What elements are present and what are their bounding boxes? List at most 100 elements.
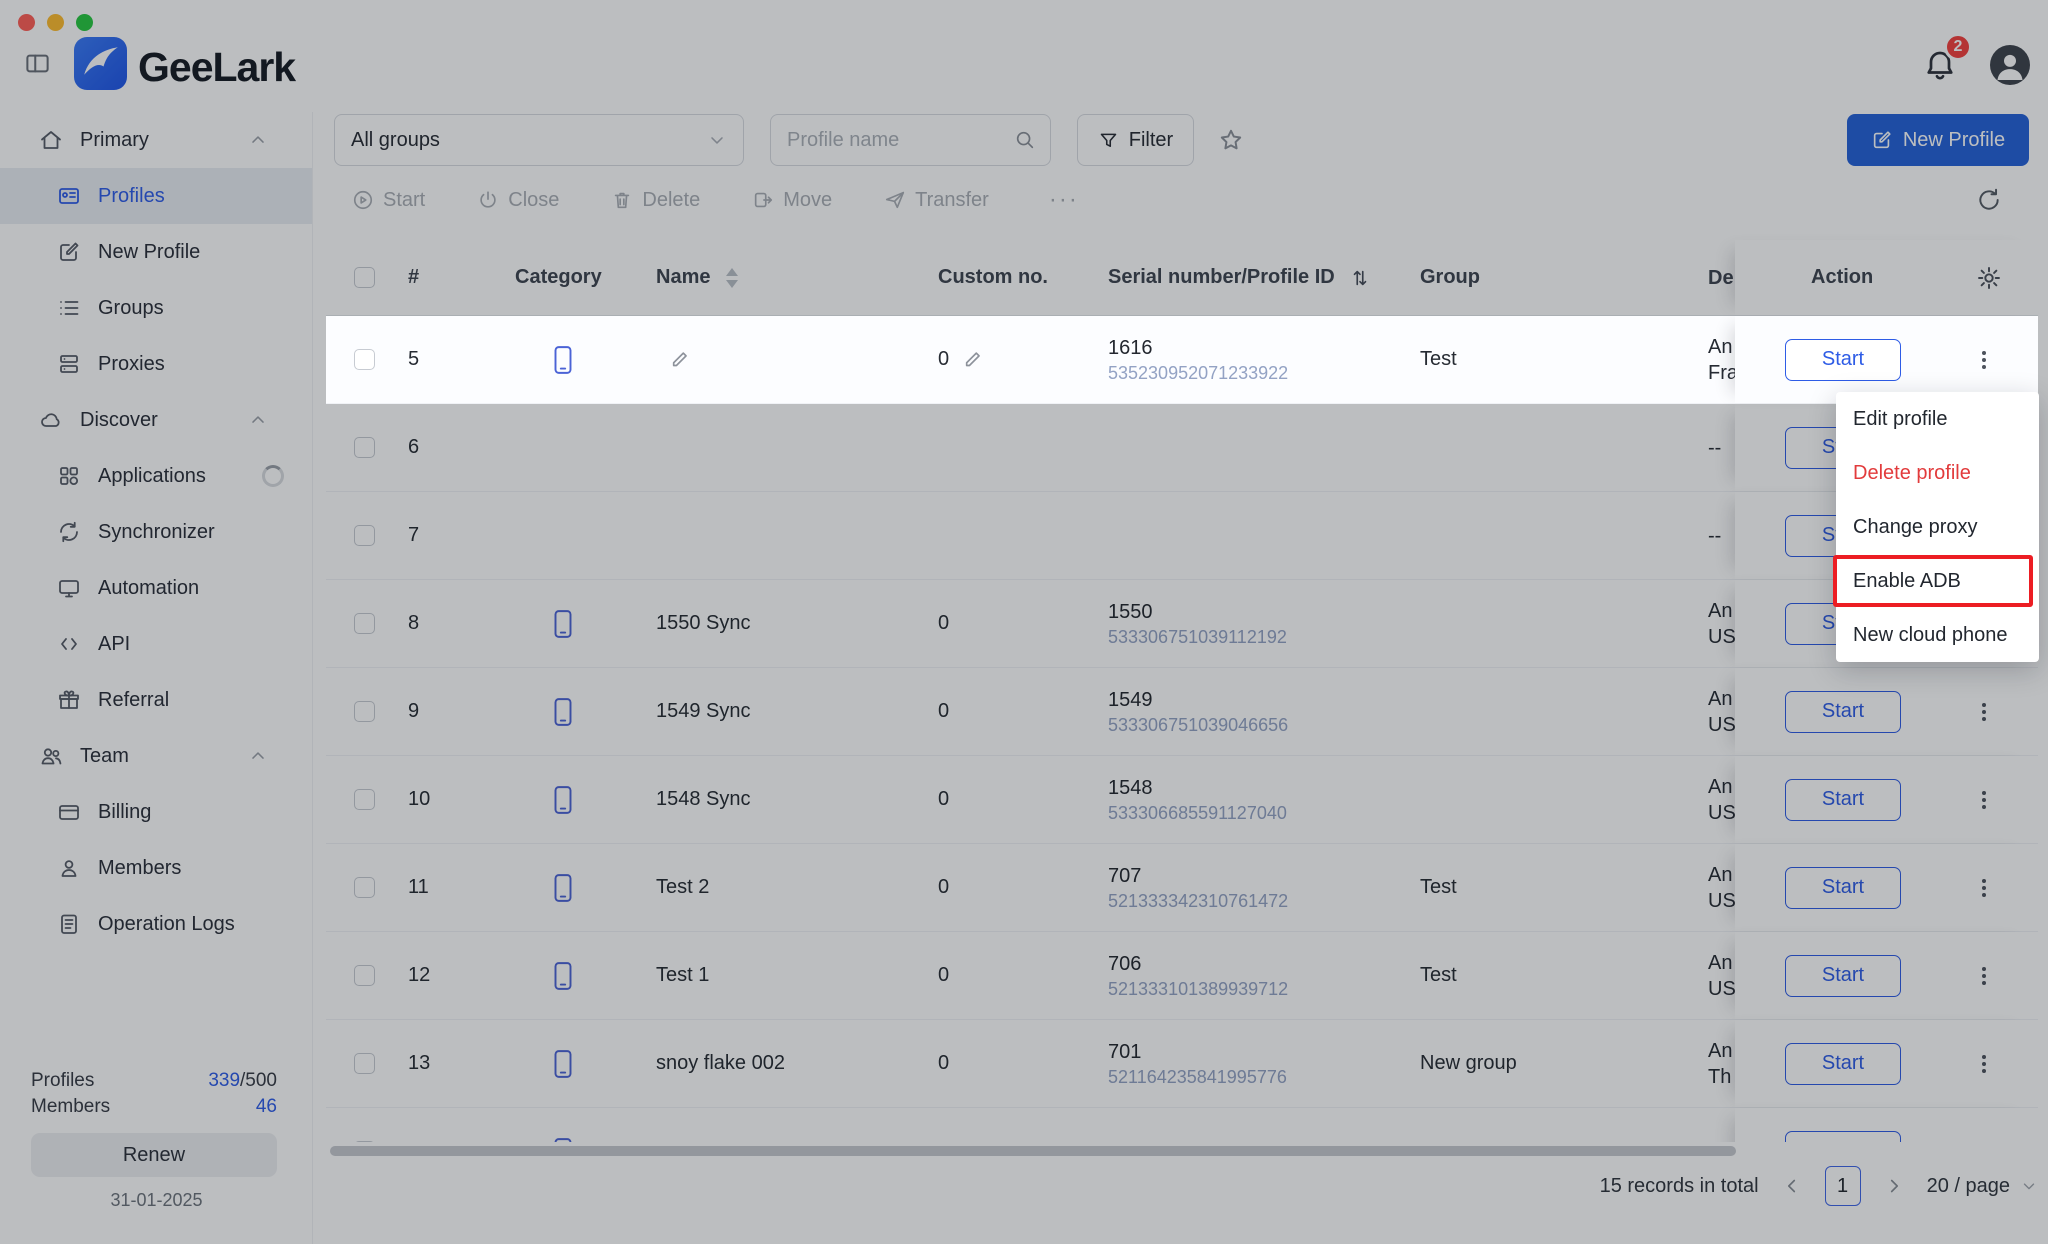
chevron-up-icon[interactable]	[248, 410, 268, 430]
edit-custom-no-icon[interactable]	[963, 349, 985, 371]
menu-item-new-cloud-phone[interactable]: New cloud phone	[1836, 608, 2039, 662]
start-button[interactable]: Start	[1785, 955, 1901, 997]
bulk-more-button[interactable]: ···	[1049, 186, 1079, 214]
sidebar-item-automation[interactable]: Automation	[0, 560, 312, 616]
bulk-start-button[interactable]: Start	[352, 189, 425, 212]
row-checkbox[interactable]	[354, 877, 375, 898]
start-button[interactable]: Start	[1785, 339, 1901, 381]
start-button[interactable]: Start	[1785, 779, 1901, 821]
sidebar-item-billing[interactable]: Billing	[0, 784, 312, 840]
edit-square-icon	[57, 240, 81, 264]
members-usage-label: Members	[31, 1096, 110, 1118]
start-button[interactable]: Start	[1785, 1043, 1901, 1085]
select-all-checkbox[interactable]	[354, 267, 375, 288]
bulk-transfer-button[interactable]: Transfer	[884, 189, 989, 212]
row-checkbox[interactable]	[354, 1053, 375, 1074]
device-region: US	[1708, 800, 1736, 826]
menu-item-edit-profile[interactable]: Edit profile	[1836, 392, 2039, 446]
filter-button[interactable]: Filter	[1077, 114, 1194, 166]
table-row-7[interactable]: 7 -- Start	[326, 492, 2038, 580]
bulk-move-button[interactable]: Move	[752, 189, 832, 212]
chevron-up-icon[interactable]	[248, 130, 268, 150]
sidebar-item-members[interactable]: Members	[0, 840, 312, 896]
table-row-13[interactable]: 13 snoy flake 002 0 701 5211642358419957…	[326, 1020, 2038, 1108]
menu-item-delete-profile[interactable]: Delete profile	[1836, 446, 2039, 500]
sidebar-item-operation-logs[interactable]: Operation Logs	[0, 896, 312, 952]
sidebar-item-proxies[interactable]: Proxies	[0, 336, 312, 392]
bulk-delete-button[interactable]: Delete	[611, 189, 700, 212]
next-page-chevron-icon[interactable]	[1883, 1175, 1905, 1197]
row-menu-icon[interactable]	[1972, 788, 1996, 812]
name-sort-icon[interactable]	[726, 268, 738, 288]
sidebar-item-synchronizer[interactable]: Synchronizer	[0, 504, 312, 560]
sidebar-section-team[interactable]: Team	[0, 728, 312, 784]
table-row-10[interactable]: 10 1548 Sync 0 1548 533306685591127040 A…	[326, 756, 2038, 844]
move-box-icon	[752, 189, 774, 211]
chevron-up-icon[interactable]	[248, 746, 268, 766]
start-button[interactable]: Start	[1785, 1131, 1901, 1143]
row-checkbox[interactable]	[354, 1141, 375, 1142]
row-menu-icon[interactable]	[1972, 876, 1996, 900]
device-region: US	[1708, 624, 1736, 650]
sync-status-spinner	[262, 465, 284, 487]
refresh-icon[interactable]	[1976, 187, 2002, 213]
sidebar-item-referral[interactable]: Referral	[0, 672, 312, 728]
start-button[interactable]: Start	[1785, 691, 1901, 733]
table-row-12[interactable]: 12 Test 1 0 706 521333101389939712 Test …	[326, 932, 2038, 1020]
table-row-14-partial[interactable]: 677 An Start	[326, 1108, 2038, 1142]
zoom-window-button[interactable]	[76, 14, 93, 31]
brand-name: GeeLark	[138, 44, 295, 91]
row-menu-icon[interactable]	[1972, 348, 1996, 372]
bulk-close-button[interactable]: Close	[477, 189, 559, 212]
row-checkbox[interactable]	[354, 613, 375, 634]
sidebar-item-label: Referral	[98, 689, 169, 712]
start-button[interactable]: Start	[1785, 867, 1901, 909]
close-window-button[interactable]	[18, 14, 35, 31]
search-icon[interactable]	[1014, 129, 1036, 151]
row-checkbox[interactable]	[354, 437, 375, 458]
horizontal-scrollbar-thumb[interactable]	[330, 1146, 1736, 1156]
sidebar-item-label: Members	[98, 857, 181, 880]
sidebar-item-applications[interactable]: Applications	[0, 448, 312, 504]
row-checkbox[interactable]	[354, 701, 375, 722]
saved-filter-star-icon[interactable]	[1218, 127, 1244, 153]
table-row-11[interactable]: 11 Test 2 0 707 521333342310761472 Test …	[326, 844, 2038, 932]
renew-button[interactable]: Renew	[31, 1133, 277, 1177]
sidebar-item-api[interactable]: API	[0, 616, 312, 672]
sidebar-item-groups[interactable]: Groups	[0, 280, 312, 336]
table-row-5[interactable]: 5 0 1616 535230952071233922 Test An Fra …	[326, 316, 2038, 404]
serial-sort-icon[interactable]	[1349, 267, 1371, 289]
table-row-9[interactable]: 9 1549 Sync 0 1549 533306751039046656 An…	[326, 668, 2038, 756]
profile-name-search-input[interactable]	[785, 128, 1014, 153]
sidebar-item-label: Operation Logs	[98, 913, 235, 936]
column-settings-gear-icon[interactable]	[1976, 265, 2002, 291]
sidebar-item-profiles[interactable]: Profiles	[0, 168, 312, 224]
sidebar-section-discover[interactable]: Discover	[0, 392, 312, 448]
row-menu-icon[interactable]	[1972, 700, 1996, 724]
new-profile-button[interactable]: New Profile	[1847, 114, 2029, 166]
row-menu-icon[interactable]	[1972, 1052, 1996, 1076]
table-row-8[interactable]: 8 1550 Sync 0 1550 533306751039112192 An…	[326, 580, 2038, 668]
prev-page-chevron-icon[interactable]	[1781, 1175, 1803, 1197]
page-size-select[interactable]: 20 / page	[1927, 1175, 2038, 1198]
table-row-6[interactable]: 6 -- Start	[326, 404, 2038, 492]
edit-name-icon[interactable]	[670, 349, 692, 371]
row-checkbox[interactable]	[354, 525, 375, 546]
sidebar-toggle-icon[interactable]	[24, 50, 51, 77]
row-checkbox[interactable]	[354, 789, 375, 810]
profile-name: snoy flake 002	[656, 1052, 785, 1075]
sidebar-item-new-profile[interactable]: New Profile	[0, 224, 312, 280]
minimize-window-button[interactable]	[47, 14, 64, 31]
row-checkbox[interactable]	[354, 965, 375, 986]
menu-item-enable-adb[interactable]: Enable ADB	[1836, 554, 2039, 608]
row-number: 9	[408, 668, 419, 755]
current-page-button[interactable]: 1	[1825, 1166, 1861, 1206]
menu-item-change-proxy[interactable]: Change proxy	[1836, 500, 2039, 554]
group-filter-select[interactable]: All groups	[334, 114, 744, 166]
sidebar-section-primary[interactable]: Primary	[0, 112, 312, 168]
row-checkbox[interactable]	[354, 349, 375, 370]
page-size-value: 20 / page	[1927, 1175, 2010, 1198]
user-avatar[interactable]	[1990, 45, 2030, 85]
row-menu-icon[interactable]	[1972, 964, 1996, 988]
custom-number: 0	[938, 1052, 949, 1075]
